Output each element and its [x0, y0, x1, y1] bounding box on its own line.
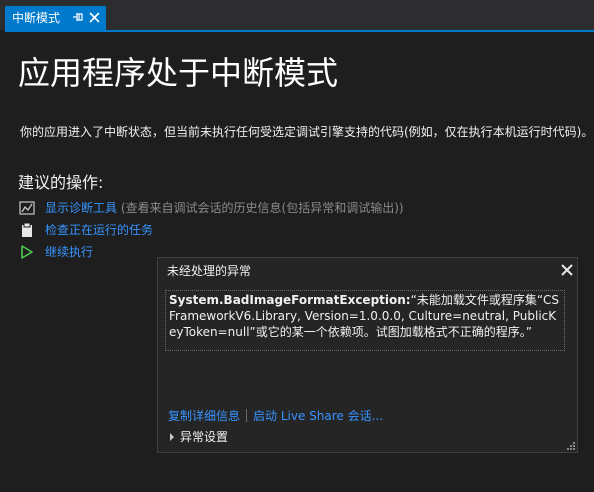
show-diagnostic-tools-link[interactable]: 显示诊断工具: [45, 201, 117, 215]
exception-popup-header: 未经处理的异常: [158, 258, 577, 283]
continue-execution-link[interactable]: 继续执行: [45, 244, 93, 260]
pin-icon[interactable]: [71, 9, 85, 25]
play-icon: [21, 245, 33, 259]
exception-settings-expander[interactable]: 异常设置: [170, 429, 228, 445]
action-check-running-tasks[interactable]: 检查正在运行的任务: [18, 221, 438, 239]
exception-popup-title: 未经处理的异常: [167, 264, 252, 278]
start-live-share-link[interactable]: 启动 Live Share 会话...: [253, 409, 383, 423]
document-tab-strip: 中断模式: [0, 0, 594, 32]
tab-break-mode[interactable]: 中断模式: [5, 6, 106, 30]
link-separator: [246, 409, 248, 422]
actions-heading: 建议的操作:: [18, 173, 104, 192]
resize-grip-icon[interactable]: [565, 440, 575, 450]
copy-details-link[interactable]: 复制详细信息: [168, 409, 240, 423]
page-title: 应用程序处于中断模式: [18, 54, 339, 92]
expand-triangle-icon: [170, 433, 174, 441]
exception-popup: 未经处理的异常 System.BadImageFormatException:“…: [157, 257, 578, 453]
action-show-diagnostic-tools[interactable]: 显示诊断工具 (查看来自调试会话的历史信息(包括异常和调试输出)): [18, 199, 438, 217]
clipboard-task-icon: [22, 222, 32, 237]
close-icon[interactable]: [561, 264, 573, 276]
tab-title: 中断模式: [12, 11, 61, 25]
exception-type: System.BadImageFormatException:: [169, 293, 411, 307]
close-icon[interactable]: [88, 11, 101, 24]
check-running-tasks-link[interactable]: 检查正在运行的任务: [45, 222, 153, 238]
diagnostic-chart-icon: [19, 201, 35, 215]
tab-underline: [5, 30, 594, 32]
exception-popup-links: 复制详细信息 启动 Live Share 会话...: [168, 408, 383, 424]
diagnostic-tools-hint: (查看来自调试会话的历史信息(包括异常和调试输出)): [120, 201, 404, 215]
exception-message-box[interactable]: System.BadImageFormatException:“未能加载文件或程…: [165, 290, 565, 351]
break-mode-description: 你的应用进入了中断状态，但当前未执行任何受选定调试引擎支持的代码(例如，仅在执行…: [20, 125, 594, 139]
action-link-label[interactable]: 显示诊断工具 (查看来自调试会话的历史信息(包括异常和调试输出)): [45, 200, 404, 216]
exception-settings-label: 异常设置: [180, 430, 229, 444]
